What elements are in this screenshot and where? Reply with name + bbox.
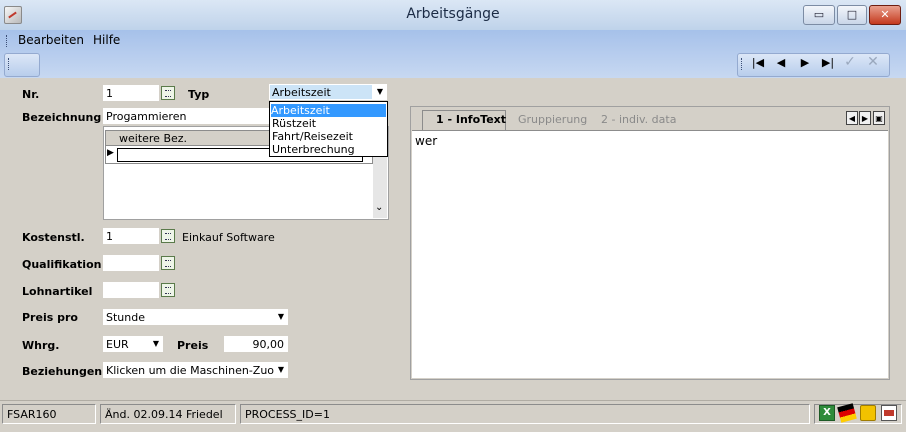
beziehungen-label: Beziehungen <box>22 365 103 378</box>
nr-lookup-icon[interactable] <box>161 86 175 100</box>
tab-menu-icon[interactable]: ▣ <box>873 111 885 125</box>
status-process: PROCESS_ID=1 <box>240 404 810 424</box>
row-indicator-icon: ▶ <box>107 148 114 158</box>
typ-select[interactable]: Arbeitszeit <box>269 84 373 100</box>
whrg-select[interactable]: EUR <box>103 336 149 352</box>
tab-scroll-right-icon[interactable]: ▶ <box>859 111 871 125</box>
menu-bearbeiten[interactable]: Bearbeiten <box>18 33 84 47</box>
nr-input[interactable]: 1 <box>103 85 159 101</box>
nr-label: Nr. <box>22 88 40 101</box>
document-icon-mark <box>884 410 894 416</box>
nav-toolbar-grip <box>741 58 745 70</box>
kostenstl-description: Einkauf Software <box>182 231 275 244</box>
qualifikation-input[interactable] <box>103 255 159 271</box>
cancel-icon[interactable]: ✕ <box>865 54 881 70</box>
tab-gruppierung[interactable]: Gruppierung <box>518 111 587 129</box>
lohnartikel-label: Lohnartikel <box>22 285 93 298</box>
typ-option-fahrt-reisezeit[interactable]: Fahrt/Reisezeit <box>272 130 353 143</box>
tab-infotext[interactable]: 1 - InfoText <box>436 111 506 129</box>
kostenstl-lookup-icon[interactable] <box>161 229 175 243</box>
preis-pro-dropdown-arrow-icon[interactable]: ▼ <box>274 309 288 325</box>
status-changed: Änd. 02.09.14 Friedel <box>100 404 236 424</box>
preis-pro-select[interactable]: Stunde <box>103 309 275 325</box>
first-record-icon[interactable]: |◀ <box>750 56 766 72</box>
typ-dropdown-list: Arbeitszeit Rüstzeit Fahrt/Reisezeit Unt… <box>269 101 388 157</box>
status-module: FSAR160 <box>2 404 96 424</box>
toolbar-left <box>4 53 40 77</box>
beziehungen-dropdown-arrow-icon[interactable]: ▼ <box>274 362 288 378</box>
next-record-icon[interactable]: ▶ <box>797 56 813 72</box>
whrg-dropdown-arrow-icon[interactable]: ▼ <box>149 336 163 352</box>
menu-grip <box>6 35 10 47</box>
tab-indiv-data[interactable]: 2 - indiv. data <box>601 111 676 129</box>
minimize-button[interactable]: ▭ <box>803 5 835 25</box>
toolbar-grip <box>8 58 12 70</box>
infotext-content: wer <box>415 134 438 148</box>
typ-option-ruestzeit[interactable]: Rüstzeit <box>272 117 316 130</box>
confirm-icon[interactable]: ✓ <box>842 54 858 70</box>
typ-label: Typ <box>188 88 210 101</box>
kostenstl-label: Kostenstl. <box>22 231 85 244</box>
document-icon[interactable] <box>881 405 897 421</box>
typ-option-unterbrechung[interactable]: Unterbrechung <box>272 143 355 156</box>
previous-record-icon[interactable]: ◀ <box>773 56 789 72</box>
qualifikation-label: Qualifikation <box>22 258 102 271</box>
title-bar: Arbeitsgänge <box>0 0 906 31</box>
beziehungen-select[interactable]: Klicken um die Maschinen-Zuordnun <box>103 362 275 378</box>
tab-scroll-left-icon[interactable]: ◀ <box>846 111 858 125</box>
kostenstl-input[interactable]: 1 <box>103 228 159 244</box>
whrg-label: Whrg. <box>22 339 60 352</box>
bezeichnung-input[interactable]: Progammieren <box>103 108 269 124</box>
preis-pro-label: Preis pro <box>22 311 78 324</box>
scroll-down-icon[interactable]: ⌄ <box>375 202 383 213</box>
typ-dropdown-arrow-icon[interactable]: ▼ <box>373 84 387 100</box>
typ-option-arbeitszeit[interactable]: Arbeitszeit <box>270 103 387 118</box>
lohnartikel-lookup-icon[interactable] <box>161 283 175 297</box>
qualifikation-lookup-icon[interactable] <box>161 256 175 270</box>
lock-icon[interactable] <box>860 405 876 421</box>
preis-input[interactable]: 90,00 <box>224 336 288 352</box>
last-record-icon[interactable]: ▶| <box>820 56 836 72</box>
lohnartikel-input[interactable] <box>103 282 159 298</box>
window-title: Arbeitsgänge <box>406 6 500 22</box>
weitere-bez-header: weitere Bez. <box>119 132 188 145</box>
close-button[interactable]: ✕ <box>869 5 901 25</box>
maximize-button[interactable]: □ <box>837 5 867 25</box>
menu-hilfe[interactable]: Hilfe <box>93 33 120 47</box>
infotext-editor[interactable]: wer <box>412 130 888 378</box>
bezeichnung-label: Bezeichnung <box>22 111 102 124</box>
preis-label: Preis <box>177 339 209 352</box>
excel-icon[interactable]: X <box>819 405 835 421</box>
